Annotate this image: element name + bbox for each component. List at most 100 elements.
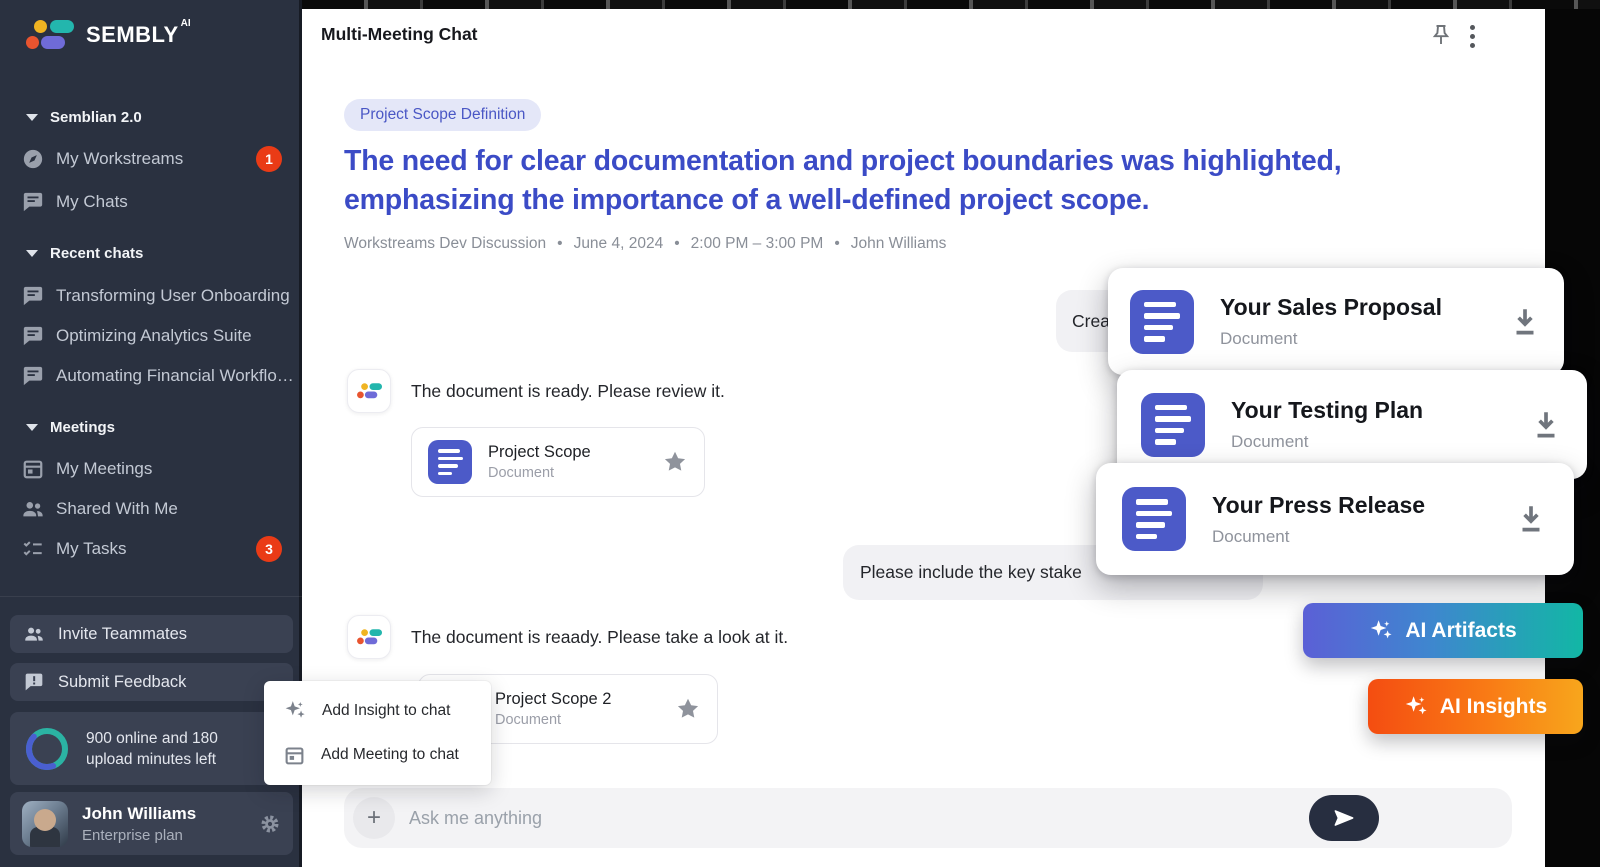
workstreams-icon	[22, 148, 44, 170]
sidebar-item-label: My Meetings	[56, 459, 152, 479]
user-plan: Enterprise plan	[82, 827, 245, 844]
chevron-down-icon	[26, 114, 38, 121]
sidebar-item-label: Transforming User Onboarding	[56, 286, 290, 306]
sidebar-divider	[0, 596, 302, 597]
download-icon[interactable]	[1514, 502, 1548, 536]
sidebar-item-my-chats[interactable]: My Chats	[22, 189, 128, 215]
chat-icon	[22, 325, 44, 347]
section-meetings[interactable]: Meetings	[26, 414, 115, 440]
bot-avatar	[347, 615, 391, 659]
user-profile[interactable]: John Williams Enterprise plan	[10, 792, 293, 855]
meta-time: 2:00 PM – 3:00 PM	[691, 235, 824, 253]
app-window: SEMBLYAI Semblian 2.0 My Workstreams 1 M…	[0, 0, 1600, 867]
artifact-type: Document	[1231, 432, 1529, 452]
download-icon[interactable]	[1529, 408, 1563, 442]
sembly-logo-icon	[356, 629, 382, 645]
meta-source: Workstreams Dev Discussion	[344, 235, 546, 253]
tasks-badge: 3	[256, 536, 282, 562]
menu-item-add-insight[interactable]: Add Insight to chat	[264, 689, 491, 733]
workstreams-badge: 1	[256, 146, 282, 172]
sidebar-item-my-meetings[interactable]: My Meetings	[22, 456, 152, 482]
attachment-title: Project Scope 2	[495, 690, 675, 709]
section-label: Meetings	[50, 419, 115, 436]
star-icon[interactable]	[675, 696, 701, 722]
ai-artifacts-button[interactable]: AI Artifacts	[1303, 603, 1583, 658]
invite-teammates-button[interactable]: Invite Teammates	[10, 615, 293, 653]
ai-insights-button[interactable]: AI Insights	[1368, 679, 1583, 734]
bot-avatar	[347, 369, 391, 413]
star-icon[interactable]	[662, 449, 688, 475]
artifact-type: Document	[1212, 527, 1514, 547]
section-recent-chats[interactable]: Recent chats	[26, 240, 143, 266]
sidebar-item-label: Optimizing Analytics Suite	[56, 326, 252, 346]
bot-message: The document is reaady. Please take a lo…	[411, 627, 788, 648]
usage-meter[interactable]: 900 online and 180 upload minutes left	[10, 712, 293, 785]
artifact-card-press-release[interactable]: Your Press Release Document	[1096, 463, 1574, 575]
artifact-card-sales-proposal[interactable]: Your Sales Proposal Document	[1108, 268, 1564, 375]
sidebar-item-label: Automating Financial Workflo…	[56, 366, 294, 386]
composer-bar: +	[344, 788, 1512, 848]
gear-icon[interactable]	[259, 813, 281, 835]
page-title: Multi-Meeting Chat	[321, 24, 478, 45]
sidebar-item-my-workstreams[interactable]: My Workstreams 1	[22, 146, 282, 172]
sidebar-item-chat-2[interactable]: Optimizing Analytics Suite	[22, 323, 252, 349]
chat-icon	[22, 365, 44, 387]
meta-separator: •	[834, 235, 839, 253]
topic-tag[interactable]: Project Scope Definition	[344, 99, 541, 131]
meta-separator: •	[674, 235, 679, 253]
calendar-icon	[22, 458, 44, 480]
submit-feedback-button[interactable]: Submit Feedback	[10, 663, 293, 701]
meta-author: John Williams	[851, 235, 947, 253]
pin-icon[interactable]	[1429, 23, 1453, 47]
user-name: John Williams	[82, 804, 245, 824]
usage-text: 900 online and 180 upload minutes left	[86, 728, 266, 770]
feedback-icon	[24, 672, 44, 692]
artifact-title: Your Press Release	[1212, 492, 1514, 519]
brand-logo: SEMBLYAI	[24, 20, 191, 50]
sidebar-item-my-tasks[interactable]: My Tasks 3	[22, 536, 282, 562]
sidebar-item-chat-3[interactable]: Automating Financial Workflo…	[22, 363, 294, 389]
meta-separator: •	[557, 235, 562, 253]
tasks-icon	[22, 538, 44, 560]
attachment-title: Project Scope	[488, 443, 662, 462]
attachment-type: Document	[495, 712, 675, 728]
submit-feedback-label: Submit Feedback	[58, 673, 186, 692]
sparkles-icon	[284, 700, 306, 722]
thread-meta: Workstreams Dev Discussion • June 4, 202…	[344, 235, 946, 253]
sidebar-item-label: My Workstreams	[56, 149, 183, 169]
user-message-text: Please include the key stake	[860, 562, 1082, 583]
bot-message: The document is ready. Please review it.	[411, 381, 725, 402]
send-button[interactable]	[1309, 795, 1379, 841]
thread-headline: The need for clear documentation and pro…	[344, 142, 1469, 219]
download-icon[interactable]	[1508, 305, 1542, 339]
brand-suffix: AI	[181, 18, 191, 29]
people-icon	[22, 498, 44, 520]
meta-date: June 4, 2024	[574, 235, 664, 253]
sembly-logo-icon	[356, 383, 382, 399]
ai-insights-label: AI Insights	[1440, 695, 1547, 719]
artifact-type: Document	[1220, 329, 1508, 349]
message-input[interactable]	[409, 808, 1309, 829]
kebab-menu-icon[interactable]	[1470, 25, 1476, 48]
calendar-icon	[284, 745, 305, 766]
top-border-decoration	[302, 0, 1600, 9]
sidebar-item-shared-with-me[interactable]: Shared With Me	[22, 496, 178, 522]
artifact-title: Your Sales Proposal	[1220, 294, 1508, 321]
attachment-type: Document	[488, 465, 662, 481]
send-icon	[1331, 805, 1357, 831]
sidebar-item-label: My Tasks	[56, 539, 127, 559]
attachment-card-project-scope[interactable]: Project Scope Document	[411, 427, 705, 497]
avatar	[22, 801, 68, 847]
add-to-chat-menu: Add Insight to chat Add Meeting to chat	[264, 681, 491, 785]
people-icon	[24, 624, 44, 644]
menu-item-add-meeting[interactable]: Add Meeting to chat	[264, 733, 491, 777]
section-label: Recent chats	[50, 245, 143, 262]
sidebar-item-label: My Chats	[56, 192, 128, 212]
invite-teammates-label: Invite Teammates	[58, 625, 187, 644]
artifact-title: Your Testing Plan	[1231, 397, 1529, 424]
section-semblian[interactable]: Semblian 2.0	[26, 104, 142, 130]
add-attachment-button[interactable]: +	[353, 797, 395, 839]
ai-artifacts-label: AI Artifacts	[1405, 619, 1516, 643]
sidebar-item-chat-1[interactable]: Transforming User Onboarding	[22, 283, 290, 309]
plus-icon: +	[367, 804, 381, 832]
